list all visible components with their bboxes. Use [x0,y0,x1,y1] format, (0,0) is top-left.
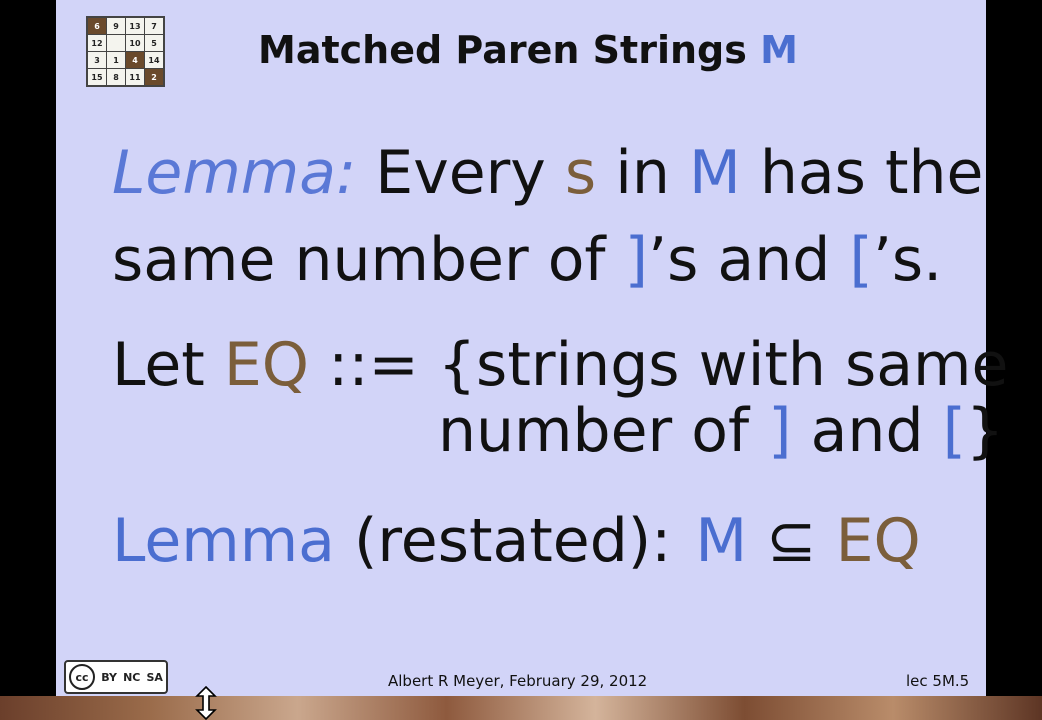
symbol-m-2: M [695,506,748,576]
footer-page-number: lec 5M.5 [906,672,970,690]
definition-line-1: Let EQ ::= {strings with same [112,330,1008,400]
text-and: and [791,396,943,466]
license-nc: NC [123,670,141,684]
logo-cell: 14 [145,52,163,68]
logo-cell: 2 [145,69,163,85]
text-same-number: same number of [112,225,625,295]
cc-badge: cc [69,664,96,690]
subseteq-symbol: ⊆ [747,506,836,576]
logo-cell: 6 [88,18,106,34]
open-bracket-symbol-2: [ [942,396,967,466]
close-bracket-symbol-2: ] [768,396,792,466]
text-let: Let [112,330,224,400]
close-brace: } [966,396,1005,466]
lemma-label: Lemma: [112,138,357,208]
title-text: Matched Paren Strings [258,28,761,72]
logo-cell: 8 [107,69,125,85]
symbol-m: M [688,138,741,208]
license-by: BY [101,670,117,684]
footer-author-date: Albert R Meyer, February 29, 2012 [388,672,648,690]
logo-cell: 7 [145,18,163,34]
logo-cell: 9 [107,18,125,34]
resize-vertical-cursor-icon [195,686,217,720]
logo-cell: 4 [126,52,144,68]
video-bottom-strip [0,696,1042,720]
logo-cell: 11 [126,69,144,85]
puzzle-logo: 6 9 13 7 12 10 5 3 1 4 14 15 8 11 2 [86,16,165,87]
logo-cell: 13 [126,18,144,34]
lemma-restated-label: Lemma [112,506,335,576]
logo-cell: 12 [88,35,106,51]
definition-line-2: number of ] and [} [438,396,1004,466]
text-s-and: ’s and [648,225,850,295]
creative-commons-icon: cc BY NC SA [64,660,168,694]
text-definition: ::= {strings with same [309,330,1009,400]
text-restated: (restated): [334,506,672,576]
text-s-end: ’s. [872,225,943,295]
logo-cell: 3 [88,52,106,68]
symbol-s: s [564,138,597,208]
lemma-line-1: Lemma: Every s in M has the [112,138,983,208]
title-symbol: M [760,28,798,72]
lemma-restated-line: Lemma (restated): M ⊆ EQ [112,506,921,576]
logo-cell: 1 [107,52,125,68]
logo-cell: 10 [126,35,144,51]
license-sa: SA [146,670,163,684]
slide-title: Matched Paren Strings M [258,28,798,72]
logo-cell [107,35,125,51]
text-in: in [596,138,689,208]
text-number-of: number of [438,396,769,466]
text-has-the: has the [740,138,984,208]
symbol-eq-2: EQ [835,506,921,576]
close-bracket-symbol: ] [624,225,649,295]
open-bracket-symbol: [ [849,225,873,295]
text-every: Every [356,138,565,208]
logo-cell: 15 [88,69,106,85]
lemma-line-2: same number of ]’s and [’s. [112,225,942,295]
logo-cell: 5 [145,35,163,51]
symbol-eq: EQ [223,330,310,400]
